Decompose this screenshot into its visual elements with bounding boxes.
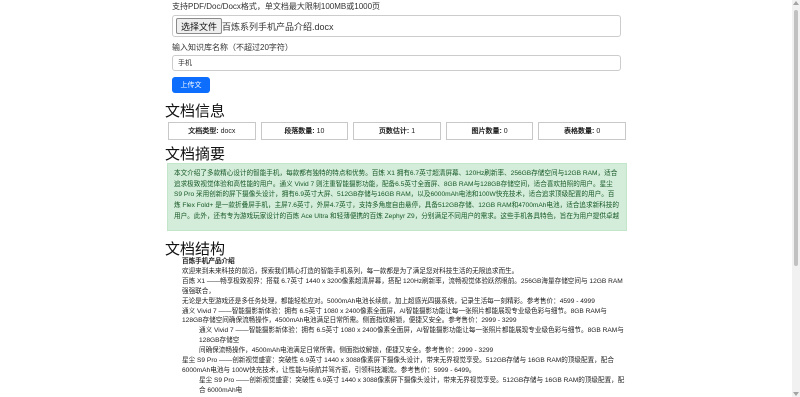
- doc-summary-heading: 文档摘要: [165, 146, 226, 163]
- stat-value: 0: [596, 127, 601, 135]
- stat-value: docx: [220, 127, 236, 135]
- stat-label: 表格数量:: [564, 128, 595, 135]
- doc-info-heading: 文档信息: [165, 103, 226, 120]
- doc-stats: 文档类型: docx 段落数量: 10 页数估计: 1 图片数量: 0 表格数量: 0: [168, 122, 626, 140]
- structure-line: 百炼 X1 ——畅享极致视界：搭载 6.7英寸 1440 x 3200像素超清屏…: [182, 277, 623, 295]
- stat-table-count: 表格数量: 0: [538, 122, 626, 140]
- stat-label: 文档类型:: [188, 128, 219, 135]
- structure-line-indented: 星尘 S9 Pro ——创新视觉盛宴：突破性 6.9英寸 1440 x 3088…: [199, 376, 625, 394]
- kb-name-label: 输入知识库名称（不超过20字符）: [172, 43, 293, 52]
- structure-title: 百炼手机产品介绍: [182, 258, 235, 265]
- stat-label: 图片数量:: [471, 128, 502, 135]
- stat-paragraph-count: 段落数量: 10: [260, 122, 349, 140]
- stat-image-count: 图片数量: 0: [445, 122, 534, 140]
- upload-button[interactable]: 上传文件: [172, 77, 210, 105]
- structure-line: 通义 Vivid 7 ——智能摄影新体验：拥有 6.5英寸 1080 x 240…: [182, 307, 607, 325]
- file-input[interactable]: 选择文件 百炼系列手机产品介绍.docx: [172, 15, 621, 37]
- structure-line-indented: 间确保流畅操作，4500mAh电池满足日常所需。侧面指纹解锁，便捷又安全。参考售…: [199, 347, 494, 355]
- stat-value: 1: [411, 127, 416, 135]
- stat-doc-type: 文档类型: docx: [168, 122, 256, 140]
- choose-file-button[interactable]: 选择文件: [176, 18, 223, 34]
- stat-value: 0: [503, 127, 508, 135]
- stat-label: 段落数量:: [284, 128, 315, 135]
- scroll-down-arrow-icon[interactable]: [793, 392, 799, 396]
- scroll-thumb[interactable]: [794, 10, 798, 266]
- kb-name-input[interactable]: [172, 55, 621, 71]
- stat-page-estimate: 页数估计: 1: [353, 122, 441, 140]
- doc-summary-box: 本文介绍了多款精心设计的智能手机，每款都有独特的特点和优势。百炼 X1 拥有6.…: [167, 163, 627, 231]
- structure-line: 无论是大型游戏还是多任务处理，都能轻松应对。5000mAh电池长续航，加上超感光…: [182, 297, 595, 305]
- stat-value: 10: [316, 127, 325, 135]
- selected-file-name: 百炼系列手机产品介绍.docx: [222, 22, 334, 32]
- structure-line: 星尘 S9 Pro ——创新视觉盛宴：突破性 6.9英寸 1440 x 3088…: [182, 357, 614, 374]
- upload-hint: 支持PDF/Doc/Docx格式，单文档最大限制100MB或1000页: [172, 2, 381, 11]
- stat-label: 页数估计:: [378, 128, 410, 135]
- structure-line: 欢迎来到未来科技的前沿，探索我们精心打造的智能手机系列，每一款都是为了满足您对科…: [182, 267, 519, 275]
- scroll-up-arrow-icon[interactable]: [793, 1, 799, 5]
- doc-structure: 百炼手机产品介绍 欢迎来到未来科技的前沿，探索我们精心打造的智能手机系列，每一款…: [182, 257, 628, 396]
- vertical-scrollbar[interactable]: [792, 0, 800, 397]
- doc-structure-heading: 文档结构: [165, 241, 226, 258]
- page: 支持PDF/Doc/Docx格式，单文档最大限制100MB或1000页 选择文件…: [0, 0, 792, 397]
- structure-line-indented: 通义 Vivid 7 ——智能摄影新体验：拥有 6.5英寸 1080 x 240…: [199, 327, 624, 345]
